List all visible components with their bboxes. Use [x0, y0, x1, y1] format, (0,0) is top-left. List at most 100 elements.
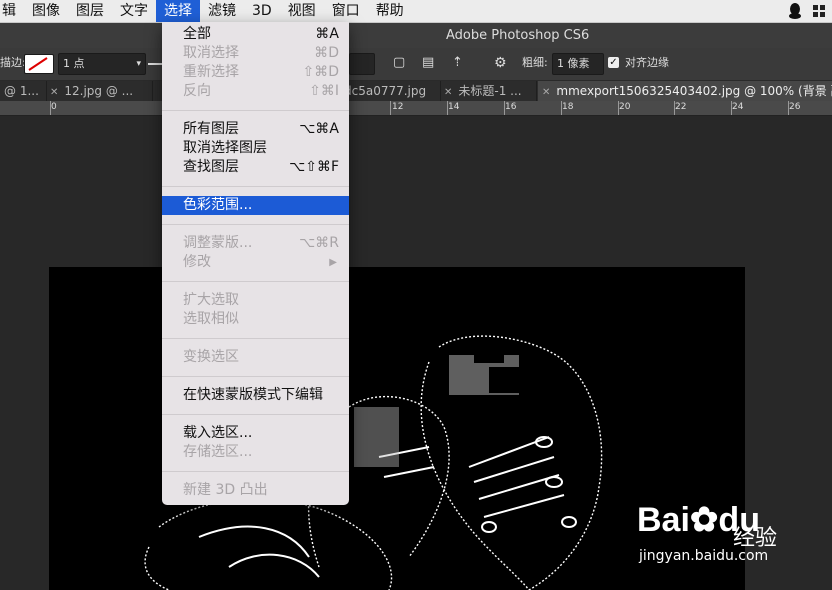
- close-icon[interactable]: ✕: [50, 87, 58, 98]
- menu-item-all-layers[interactable]: 所有图层 ⌥⌘A: [162, 120, 349, 139]
- menu-item-label: 色彩范围...: [183, 197, 253, 213]
- stroke-color-swatch[interactable]: [24, 54, 54, 74]
- ruler-label: 22: [675, 102, 687, 112]
- watermark-url: jingyan.baidu.com: [639, 548, 769, 564]
- stroke-width-select[interactable]: 1 点 ▾: [58, 53, 146, 75]
- ruler-label: 16: [505, 102, 517, 112]
- no-color-icon: [28, 57, 48, 71]
- menu-item-label: 取消选择: [183, 45, 239, 61]
- menu-item-color-range[interactable]: 色彩范围...: [162, 196, 349, 215]
- menu-item-label: 在快速蒙版模式下编辑: [183, 387, 323, 403]
- watermark-brand: Bai: [637, 501, 690, 539]
- tab-label: dc5a0777.jpg: [344, 84, 427, 98]
- menu-separator: [162, 338, 349, 339]
- menu-separator: [162, 471, 349, 472]
- ruler-tick: [674, 101, 675, 115]
- menu-item-label: 载入选区...: [183, 425, 253, 441]
- tab-document-1[interactable]: @ 1...: [0, 81, 47, 101]
- document-tab-bar: @ 1... ✕ 12.jpg @ ... dc5a0777.jpg ✕ 未标题-1…: [0, 81, 832, 101]
- path-alignment-icon[interactable]: ▤: [422, 53, 434, 73]
- menu-window[interactable]: 窗口: [324, 0, 368, 22]
- ruler-label: 20: [619, 102, 631, 112]
- menu-layer[interactable]: 图层: [68, 0, 112, 22]
- menu-item-inverse: 反向 ⇧⌘I: [162, 82, 349, 101]
- ruler-label: 14: [448, 102, 460, 112]
- menu-item-refine-mask: 调整蒙版... ⌥⌘R: [162, 234, 349, 253]
- ruler-tick: [504, 101, 505, 115]
- menu-item-transform-selection: 变换选区: [162, 348, 349, 367]
- app-grid-icon[interactable]: [812, 4, 826, 18]
- baidu-jingyan-watermark: Bai✿du 经验 jingyan.baidu.com: [637, 500, 827, 585]
- menu-item-label: 反向: [183, 83, 211, 99]
- menu-item-shortcut: ⇧⌘I: [309, 83, 339, 99]
- horizontal-ruler: 0 12 14 16 18 20 22 24 26: [0, 101, 832, 116]
- submenu-arrow-icon: ▶: [329, 257, 337, 268]
- select-menu-dropdown: 全部 ⌘A 取消选择 ⌘D 重新选择 ⇧⌘D 反向 ⇧⌘I 所有图层 ⌥⌘A 取…: [162, 22, 349, 505]
- menu-separator: [162, 414, 349, 415]
- ruler-tick: [561, 101, 562, 115]
- tab-document-4[interactable]: ✕ 未标题-1 ...: [440, 81, 537, 101]
- path-operations-icon[interactable]: ▢: [393, 53, 405, 73]
- menu-item-label: 存储选区...: [183, 444, 253, 460]
- align-edges-label: 对齐边缘: [625, 56, 669, 69]
- menu-item-shortcut: ⌥⌘R: [299, 235, 339, 251]
- gear-icon[interactable]: ⚙: [494, 53, 507, 73]
- menu-item-label: 查找图层: [183, 159, 239, 175]
- menu-item-label: 全部: [183, 26, 211, 42]
- feather-label: 粗细:: [522, 56, 548, 69]
- options-bar: 描边: 1 点 ▾ ▢ ▤ ⇡ ⚙ 粗细: 1 像素 ✓ 对齐边缘: [0, 48, 832, 81]
- menu-item-shortcut: ⌘A: [315, 26, 339, 42]
- menu-separator: [162, 281, 349, 282]
- ruler-label: 26: [789, 102, 801, 112]
- menu-item-label: 变换选区: [183, 349, 239, 365]
- menu-item-label: 新建 3D 凸出: [183, 482, 268, 498]
- align-edges-checkbox[interactable]: ✓: [608, 57, 619, 68]
- menu-item-similar: 选取相似: [162, 310, 349, 329]
- menu-item-deselect-layers[interactable]: 取消选择图层: [162, 139, 349, 158]
- tab-document-active[interactable]: ✕ mmexport1506325403402.jpg @ 100% (背景 副: [538, 81, 832, 101]
- close-icon[interactable]: ✕: [444, 87, 452, 98]
- menu-3d[interactable]: 3D: [244, 0, 280, 22]
- menu-item-all[interactable]: 全部 ⌘A: [162, 25, 349, 44]
- menu-item-shortcut: ⌥⌘A: [299, 121, 339, 137]
- menu-separator: [162, 110, 349, 111]
- tab-document-3[interactable]: dc5a0777.jpg: [340, 81, 441, 101]
- menu-separator: [162, 186, 349, 187]
- menu-item-save-selection: 存储选区...: [162, 443, 349, 462]
- stroke-type-icon[interactable]: [148, 63, 162, 65]
- menu-type[interactable]: 文字: [112, 0, 156, 22]
- menu-item-label: 修改: [183, 254, 211, 270]
- menu-image[interactable]: 图像: [24, 0, 68, 22]
- menu-item-label: 调整蒙版...: [183, 235, 253, 251]
- stroke-width-value: 1 点: [63, 57, 85, 70]
- qq-icon[interactable]: [788, 3, 802, 19]
- ruler-label: 0: [51, 102, 57, 112]
- menu-item-modify: 修改 ▶: [162, 253, 349, 272]
- stroke-label: 描边:: [0, 56, 26, 69]
- chevron-down-icon: ▾: [136, 59, 141, 69]
- path-arrangement-icon[interactable]: ⇡: [452, 53, 463, 73]
- menu-help[interactable]: 帮助: [368, 0, 412, 22]
- feather-input[interactable]: 1 像素: [552, 53, 604, 75]
- menu-edit[interactable]: 辑: [0, 0, 24, 22]
- menu-item-find-layers[interactable]: 查找图层 ⌥⇧⌘F: [162, 158, 349, 177]
- menu-item-load-selection[interactable]: 载入选区...: [162, 424, 349, 443]
- menu-item-label: 所有图层: [183, 121, 239, 137]
- menu-item-label: 取消选择图层: [183, 140, 267, 156]
- menu-item-shortcut: ⌥⇧⌘F: [289, 159, 339, 175]
- menu-select[interactable]: 选择: [156, 0, 200, 22]
- menu-separator: [162, 376, 349, 377]
- ruler-label: 18: [562, 102, 574, 112]
- menu-separator: [162, 224, 349, 225]
- tab-label: @ 1...: [4, 84, 39, 98]
- menu-item-shortcut: ⇧⌘D: [302, 64, 339, 80]
- close-icon[interactable]: ✕: [542, 87, 550, 98]
- menu-view[interactable]: 视图: [280, 0, 324, 22]
- tab-document-2[interactable]: ✕ 12.jpg @ ...: [46, 81, 153, 101]
- menu-filter[interactable]: 滤镜: [200, 0, 244, 22]
- window-title: Adobe Photoshop CS6: [446, 28, 590, 43]
- menu-item-new-3d-extrusion: 新建 3D 凸出: [162, 481, 349, 500]
- height-field[interactable]: [349, 53, 375, 75]
- tab-label: 12.jpg @ ...: [64, 84, 134, 98]
- menu-item-quick-mask[interactable]: 在快速蒙版模式下编辑: [162, 386, 349, 405]
